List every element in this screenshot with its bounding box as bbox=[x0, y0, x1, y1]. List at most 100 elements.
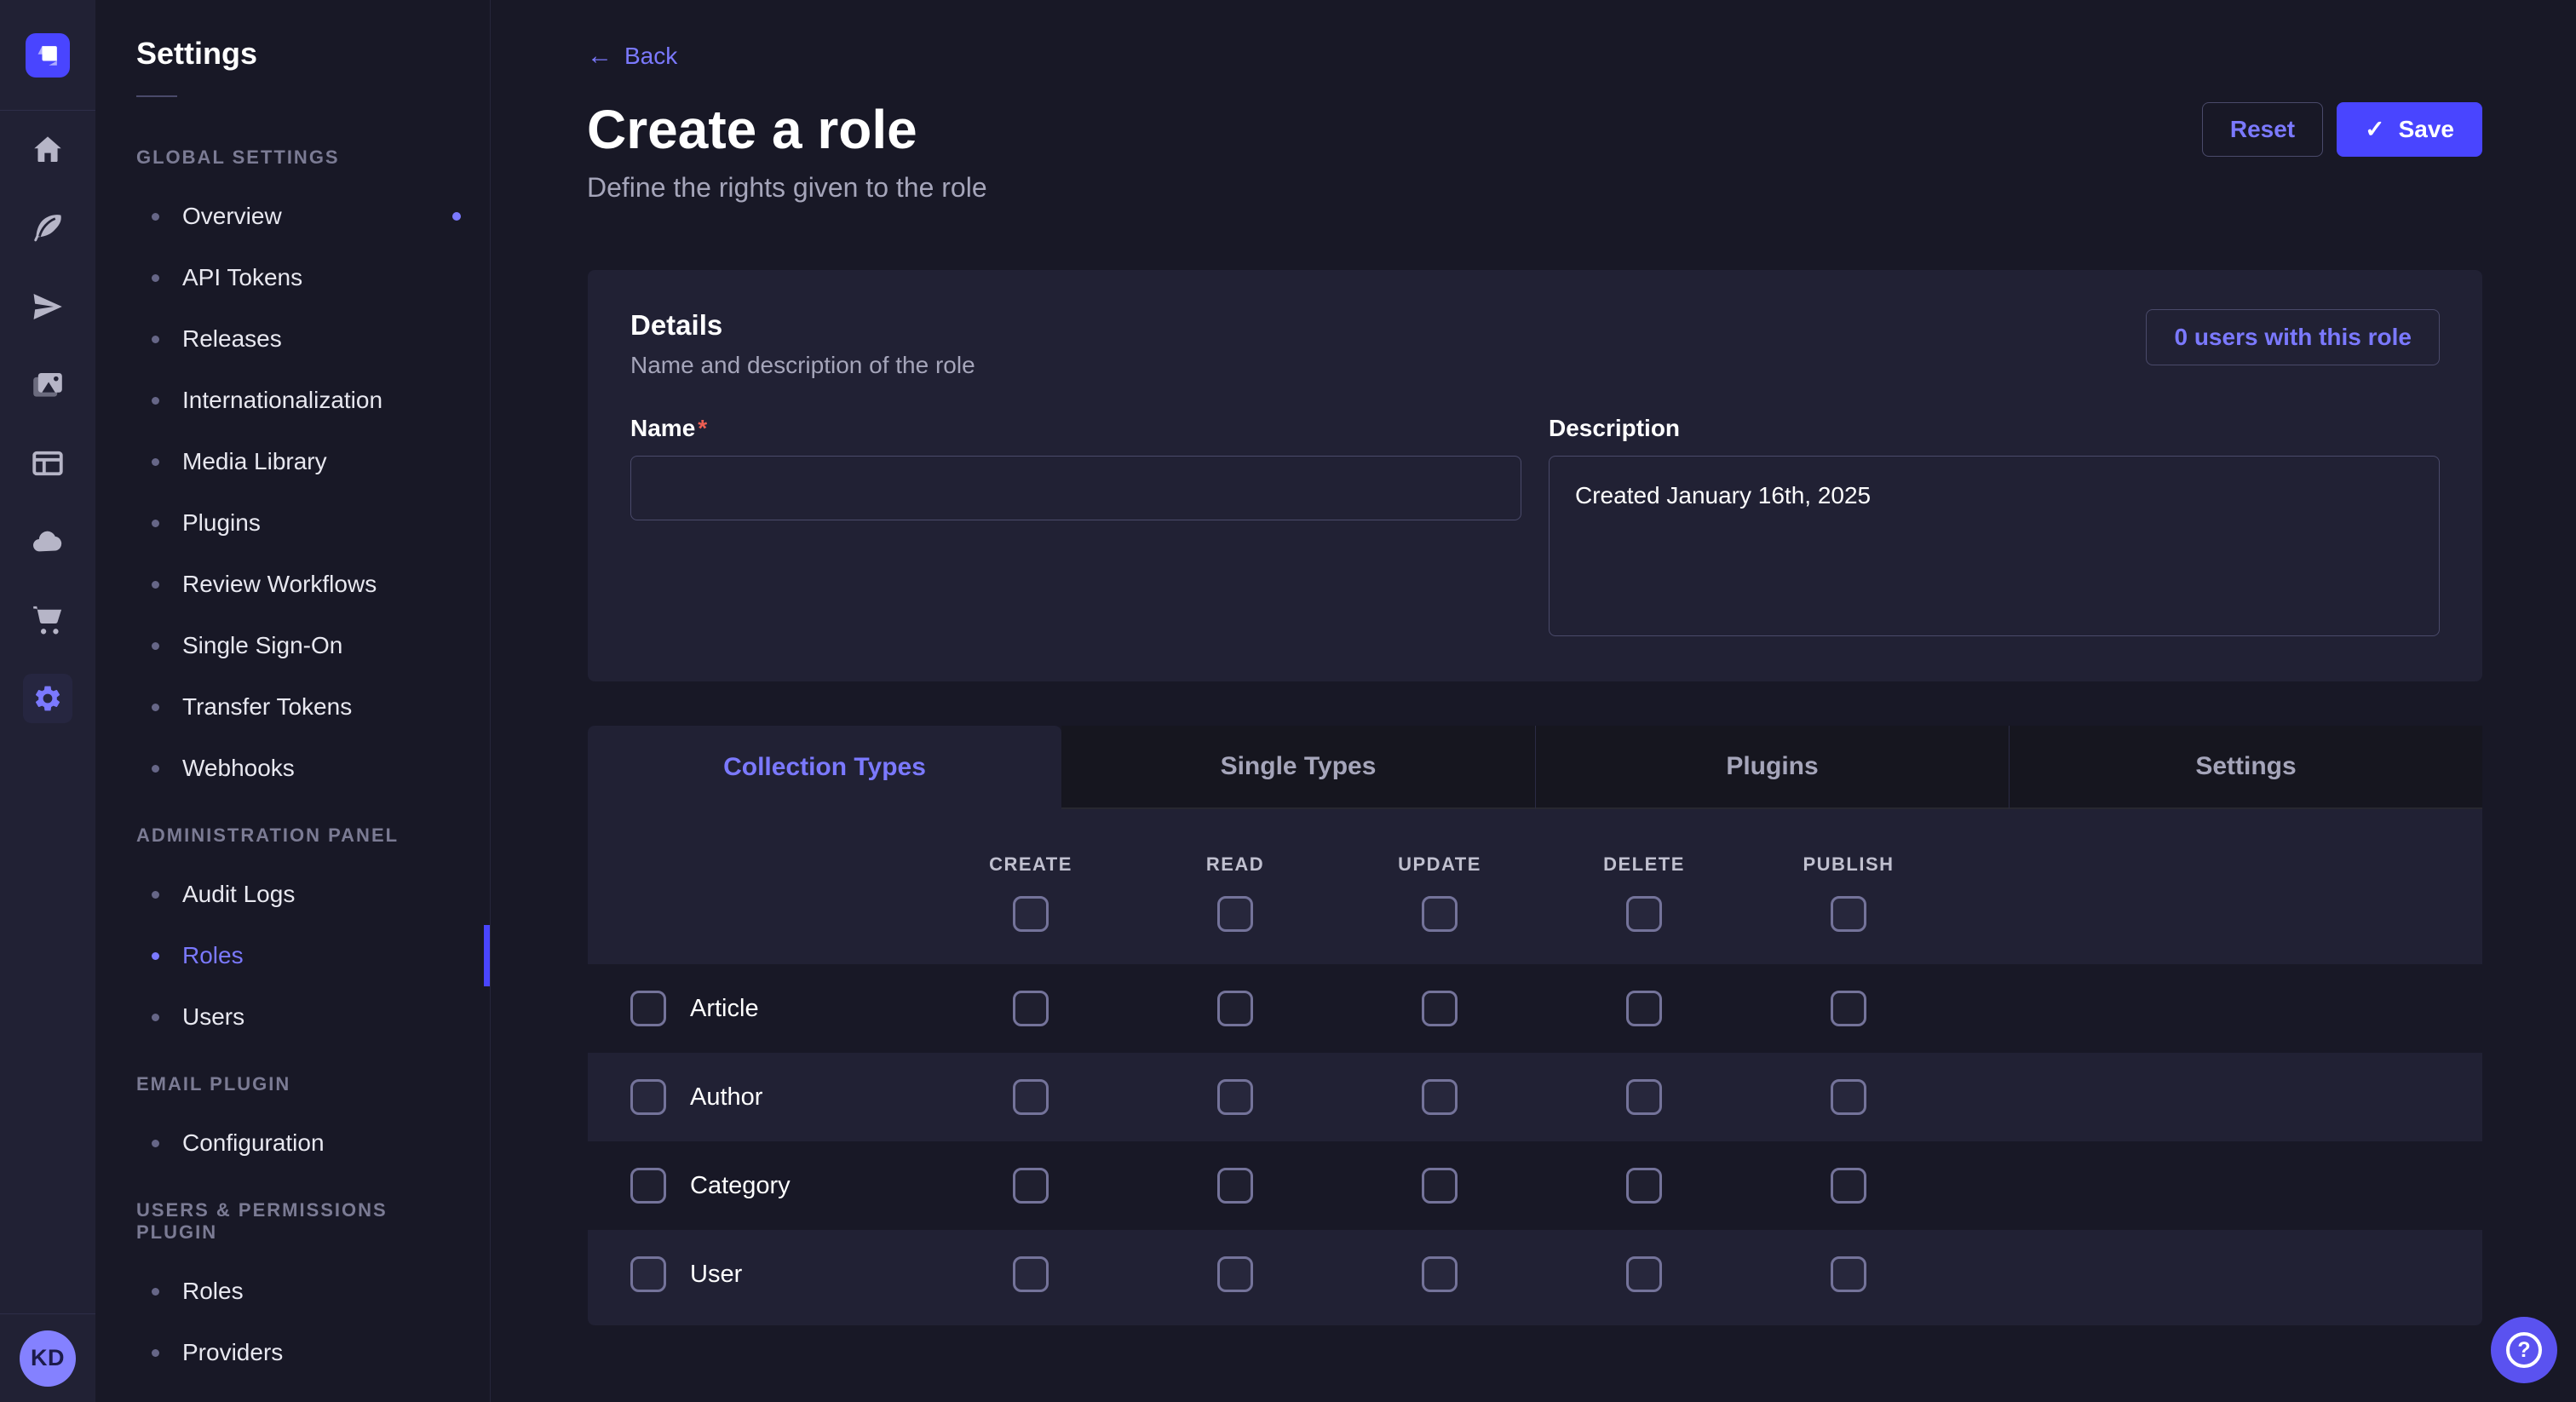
author-create-checkbox[interactable] bbox=[1013, 1079, 1049, 1115]
sidebar-item-users[interactable]: Users bbox=[95, 986, 490, 1048]
save-button[interactable]: ✓ Save bbox=[2337, 102, 2482, 157]
sidebar-item-label: Plugins bbox=[182, 509, 261, 537]
sidebar-item-providers[interactable]: Providers bbox=[95, 1322, 490, 1383]
sidebar-item-api-tokens[interactable]: API Tokens bbox=[95, 247, 490, 308]
sidebar-item-overview[interactable]: Overview bbox=[95, 186, 490, 247]
select-all-update-checkbox[interactable] bbox=[1422, 896, 1458, 932]
sidebar-item-label: Media Library bbox=[182, 448, 327, 475]
rail-item-cart[interactable] bbox=[0, 581, 95, 659]
rail-item-gear[interactable] bbox=[0, 659, 95, 738]
column-header-publish: PUBLISH bbox=[1746, 809, 1951, 964]
back-link[interactable]: ← Back bbox=[587, 43, 677, 70]
name-label: Name* bbox=[630, 415, 707, 441]
checkbox-cell bbox=[1133, 1168, 1337, 1204]
bullet-icon bbox=[152, 952, 159, 960]
strapi-logo[interactable] bbox=[26, 33, 70, 78]
rail-item-feather[interactable] bbox=[0, 189, 95, 267]
sidebar-item-review-workflows[interactable]: Review Workflows bbox=[95, 554, 490, 615]
category-publish-checkbox[interactable] bbox=[1831, 1168, 1866, 1204]
sidebar-item-label: Review Workflows bbox=[182, 571, 377, 598]
required-asterisk: * bbox=[698, 415, 707, 441]
tab-settings[interactable]: Settings bbox=[2009, 726, 2482, 809]
checkbox-cell bbox=[1542, 1256, 1746, 1292]
category-read-checkbox[interactable] bbox=[1217, 1168, 1253, 1204]
name-input[interactable] bbox=[630, 456, 1521, 520]
author-row-checkbox[interactable] bbox=[630, 1079, 666, 1115]
sidebar-item-label: Single Sign-On bbox=[182, 632, 342, 659]
author-update-checkbox[interactable] bbox=[1422, 1079, 1458, 1115]
category-create-checkbox[interactable] bbox=[1013, 1168, 1049, 1204]
sidebar-item-releases[interactable]: Releases bbox=[95, 308, 490, 370]
sidebar-item-webhooks[interactable]: Webhooks bbox=[95, 738, 490, 799]
user-row-checkbox[interactable] bbox=[630, 1256, 666, 1292]
sidebar-item-internationalization[interactable]: Internationalization bbox=[95, 370, 490, 431]
description-textarea[interactable]: Created January 16th, 2025 bbox=[1549, 456, 2440, 636]
sidebar-item-label: Roles bbox=[182, 1278, 244, 1305]
row-label: Author bbox=[690, 1083, 762, 1112]
cart-icon bbox=[30, 602, 66, 638]
article-publish-checkbox[interactable] bbox=[1831, 991, 1866, 1026]
user-read-checkbox[interactable] bbox=[1217, 1256, 1253, 1292]
bullet-icon bbox=[152, 765, 159, 773]
row-label-cell: Category bbox=[588, 1168, 929, 1204]
strapi-logo-glyph bbox=[26, 33, 70, 78]
avatar[interactable]: KD bbox=[20, 1330, 76, 1387]
checkbox-cell bbox=[1746, 991, 1951, 1026]
rail-item-cloud[interactable] bbox=[0, 503, 95, 581]
sidebar-item-configuration[interactable]: Configuration bbox=[95, 1112, 490, 1174]
select-all-delete-checkbox[interactable] bbox=[1626, 896, 1662, 932]
bullet-icon bbox=[152, 581, 159, 589]
rail-item-paper-plane[interactable] bbox=[0, 267, 95, 346]
description-label: Description bbox=[1549, 415, 1680, 441]
rail-item-media-library[interactable] bbox=[0, 346, 95, 424]
row-label-cell: User bbox=[588, 1256, 929, 1292]
home-icon bbox=[30, 132, 66, 168]
checkbox-cell bbox=[1337, 1168, 1542, 1204]
category-delete-checkbox[interactable] bbox=[1626, 1168, 1662, 1204]
bullet-icon bbox=[152, 1140, 159, 1147]
user-delete-checkbox[interactable] bbox=[1626, 1256, 1662, 1292]
author-read-checkbox[interactable] bbox=[1217, 1079, 1253, 1115]
user-publish-checkbox[interactable] bbox=[1831, 1256, 1866, 1292]
category-update-checkbox[interactable] bbox=[1422, 1168, 1458, 1204]
article-create-checkbox[interactable] bbox=[1013, 991, 1049, 1026]
bullet-icon bbox=[152, 336, 159, 343]
article-row-checkbox[interactable] bbox=[630, 991, 666, 1026]
sidebar-item-media-library[interactable]: Media Library bbox=[95, 431, 490, 492]
reset-button[interactable]: Reset bbox=[2202, 102, 2323, 157]
article-delete-checkbox[interactable] bbox=[1626, 991, 1662, 1026]
sidebar-item-transfer-tokens[interactable]: Transfer Tokens bbox=[95, 676, 490, 738]
tab-collection-types[interactable]: Collection Types bbox=[588, 726, 1061, 809]
select-all-create-checkbox[interactable] bbox=[1013, 896, 1049, 932]
sidebar-item-plugins[interactable]: Plugins bbox=[95, 492, 490, 554]
sidebar-item-audit-logs[interactable]: Audit Logs bbox=[95, 864, 490, 925]
details-card: Details Name and description of the role… bbox=[588, 270, 2482, 681]
sidebar-item-label: Transfer Tokens bbox=[182, 693, 352, 721]
user-create-checkbox[interactable] bbox=[1013, 1256, 1049, 1292]
row-label: Article bbox=[690, 995, 759, 1023]
rail-item-layout[interactable] bbox=[0, 424, 95, 503]
sidebar-item-label: Audit Logs bbox=[182, 881, 295, 908]
article-read-checkbox[interactable] bbox=[1217, 991, 1253, 1026]
column-header-create: CREATE bbox=[929, 809, 1133, 964]
subnav-section-label: ADMINISTRATION PANEL bbox=[95, 811, 490, 864]
select-all-publish-checkbox[interactable] bbox=[1831, 896, 1866, 932]
rail-item-home[interactable] bbox=[0, 111, 95, 189]
article-update-checkbox[interactable] bbox=[1422, 991, 1458, 1026]
bullet-icon bbox=[152, 1014, 159, 1021]
check-icon: ✓ bbox=[2365, 118, 2384, 141]
author-publish-checkbox[interactable] bbox=[1831, 1079, 1866, 1115]
category-row-checkbox[interactable] bbox=[630, 1168, 666, 1204]
select-all-read-checkbox[interactable] bbox=[1217, 896, 1253, 932]
sidebar-item-single-sign-on[interactable]: Single Sign-On bbox=[95, 615, 490, 676]
users-with-role-button[interactable]: 0 users with this role bbox=[2146, 309, 2440, 365]
sidebar-item-roles[interactable]: Roles bbox=[95, 925, 490, 986]
help-button[interactable]: ? bbox=[2491, 1317, 2557, 1383]
sidebar-item-roles[interactable]: Roles bbox=[95, 1261, 490, 1322]
tab-plugins[interactable]: Plugins bbox=[1535, 726, 2009, 809]
sidebar-item-label: Configuration bbox=[182, 1129, 325, 1157]
column-header-update: UPDATE bbox=[1337, 809, 1542, 964]
author-delete-checkbox[interactable] bbox=[1626, 1079, 1662, 1115]
user-update-checkbox[interactable] bbox=[1422, 1256, 1458, 1292]
tab-single-types[interactable]: Single Types bbox=[1061, 726, 1535, 809]
